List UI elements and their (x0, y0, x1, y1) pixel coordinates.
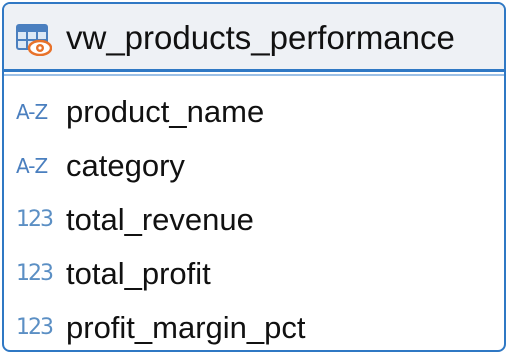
column-row-profit-margin-pct[interactable]: 123 profit_margin_pct (4, 302, 504, 350)
column-row-total-revenue[interactable]: 123 total_revenue (4, 194, 504, 248)
numeric-type-icon: 123 (16, 261, 54, 286)
numeric-type-icon: 123 (16, 315, 54, 340)
column-name: total_profit (66, 256, 211, 291)
column-name: product_name (66, 94, 265, 129)
string-type-icon: A-Z (16, 154, 48, 178)
column-row-product-name[interactable]: A-Z product_name (4, 86, 504, 140)
string-type-icon: A-Z (16, 100, 48, 124)
column-list: A-Z product_name A-Z category 123 total_… (4, 86, 504, 350)
numeric-type-icon: 123 (16, 207, 54, 232)
column-row-category[interactable]: A-Z category (4, 140, 504, 194)
view-table-eye-icon (16, 24, 53, 57)
column-name: category (66, 148, 185, 183)
column-name: profit_margin_pct (66, 310, 306, 345)
column-row-total-profit[interactable]: 123 total_profit (4, 248, 504, 302)
view-title: vw_products_performance (66, 19, 455, 56)
view-header[interactable]: vw_products_performance (4, 4, 504, 72)
header-divider (4, 74, 504, 76)
view-entity-box[interactable]: vw_products_performance A-Z product_name… (2, 2, 506, 352)
column-name: total_revenue (66, 202, 254, 237)
